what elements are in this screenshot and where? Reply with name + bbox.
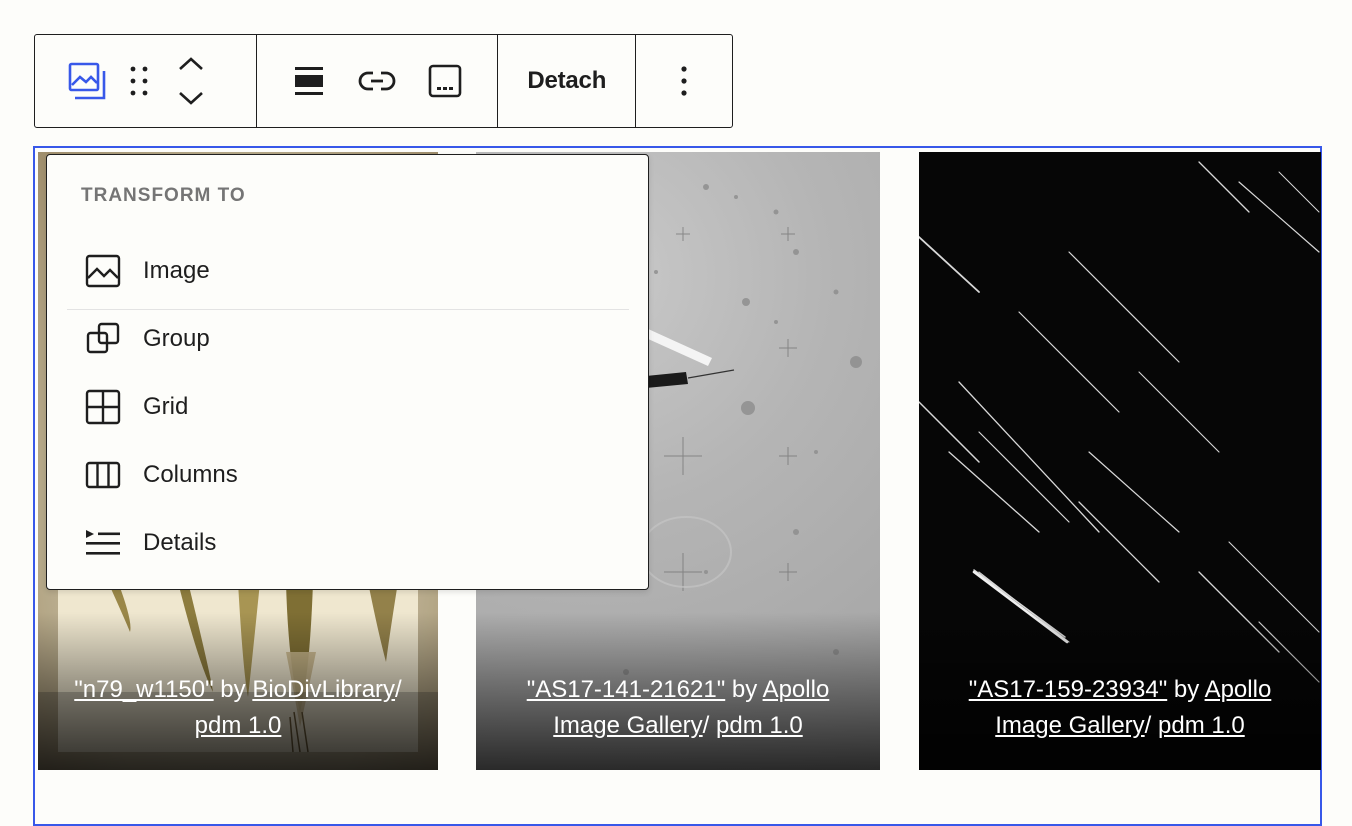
image-title-link[interactable]: "n79_w1150"	[74, 676, 213, 703]
move-down-icon[interactable]	[178, 86, 204, 110]
image-caption: "n79_w1150" by BioDivLibrary/ pdm 1.0	[38, 612, 438, 770]
image-license-link[interactable]: pdm 1.0	[195, 712, 282, 739]
image-author-link[interactable]: BioDivLibrary	[252, 676, 395, 703]
image-license-link[interactable]: pdm 1.0	[1158, 712, 1245, 739]
move-up-icon[interactable]	[178, 52, 204, 76]
gallery-image-3[interactable]: "AS17-159-23934" by Apollo Image Gallery…	[919, 152, 1321, 770]
drag-handle-icon[interactable]	[121, 47, 157, 115]
menu-item-label: Group	[143, 325, 210, 352]
transform-menu-heading: TRANSFORM TO	[81, 185, 246, 206]
caption-separator: /	[395, 676, 402, 703]
caption-icon[interactable]	[411, 47, 479, 115]
transform-to-details[interactable]: Details	[67, 513, 629, 573]
image-license-link[interactable]: pdm 1.0	[716, 712, 803, 739]
transform-to-group[interactable]: Group	[67, 309, 629, 369]
link-icon[interactable]	[343, 47, 411, 115]
toolbar-group-detach: Detach	[498, 35, 637, 127]
caption-by-text: by	[213, 676, 253, 703]
image-caption: "AS17-159-23934" by Apollo Image Gallery…	[919, 612, 1321, 770]
image-title-link[interactable]: "AS17-141-21621"	[527, 676, 726, 703]
image-caption: "AS17-141-21621" by Apollo Image Gallery…	[476, 612, 880, 770]
gallery-block-icon[interactable]	[53, 47, 121, 115]
transform-menu-popover: TRANSFORM TO Image Group Grid Columns De…	[46, 154, 649, 590]
transform-to-columns[interactable]: Columns	[67, 445, 629, 505]
transform-to-grid[interactable]: Grid	[67, 377, 629, 437]
details-icon	[83, 523, 123, 563]
transform-to-image[interactable]: Image	[67, 241, 629, 301]
caption-separator: /	[1144, 712, 1152, 739]
block-toolbar: Detach	[34, 34, 733, 128]
menu-item-label: Columns	[143, 461, 238, 488]
toolbar-group-block	[35, 35, 257, 127]
block-mover	[167, 47, 215, 115]
caption-separator: /	[702, 712, 710, 739]
more-options-icon[interactable]	[650, 47, 718, 115]
columns-icon	[83, 455, 123, 495]
grid-icon	[83, 387, 123, 427]
menu-item-label: Grid	[143, 393, 189, 420]
group-icon	[83, 319, 123, 359]
toolbar-group-settings	[257, 35, 499, 127]
caption-by-text: by	[1167, 676, 1205, 703]
toolbar-group-options	[636, 35, 732, 127]
image-icon	[83, 251, 123, 291]
image-title-link[interactable]: "AS17-159-23934"	[969, 676, 1168, 703]
menu-item-label: Image	[143, 257, 210, 284]
align-wide-icon[interactable]	[275, 47, 343, 115]
caption-by-text: by	[725, 676, 763, 703]
detach-button[interactable]: Detach	[527, 67, 606, 95]
menu-item-label: Details	[143, 529, 217, 556]
